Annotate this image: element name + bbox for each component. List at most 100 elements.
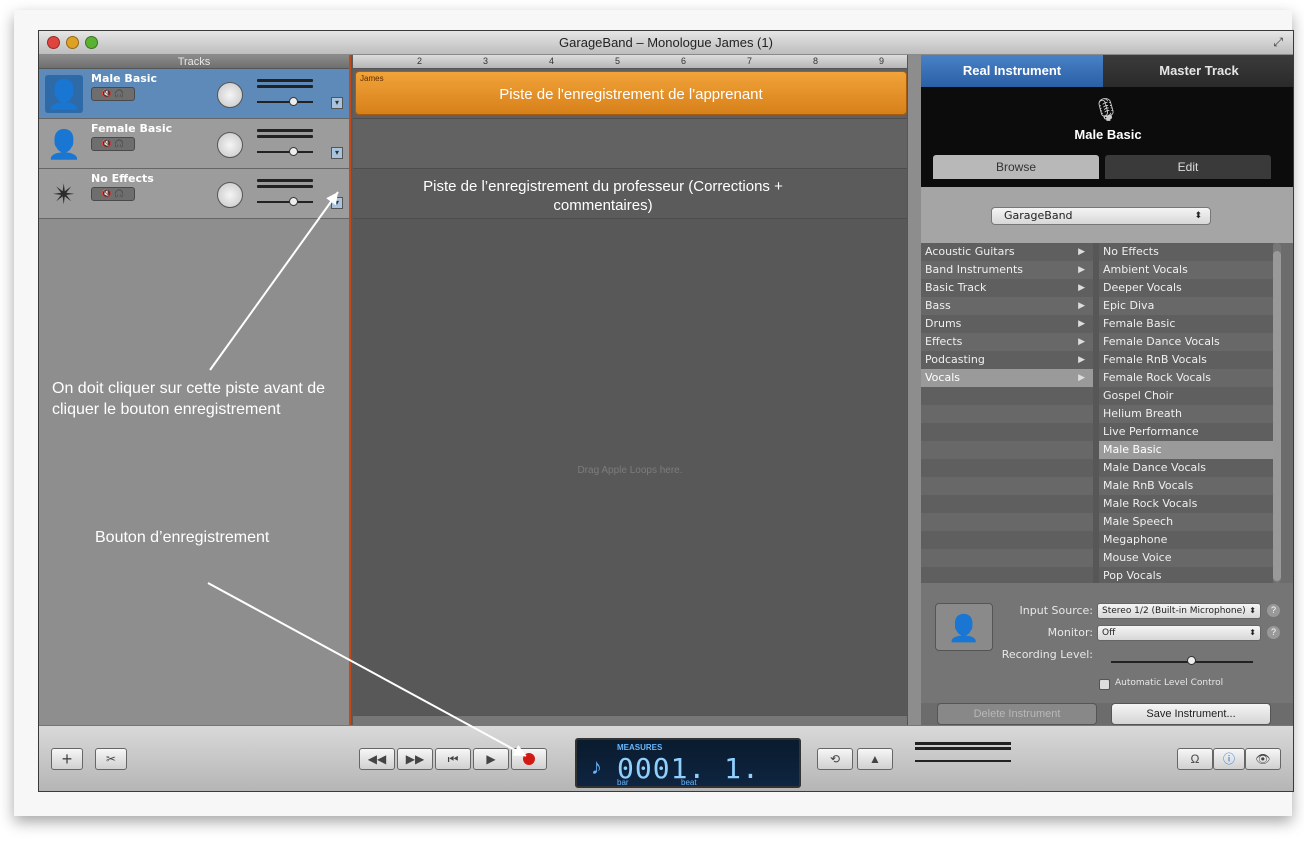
list-item[interactable]: Male RnB Vocals bbox=[1099, 477, 1273, 495]
microphone-icon: 🎙 bbox=[1092, 97, 1120, 122]
chevron-right-icon: ▶ bbox=[1078, 337, 1085, 347]
horizontal-scrollbar[interactable] bbox=[353, 715, 907, 725]
volume-slider[interactable] bbox=[915, 760, 1011, 762]
help-icon[interactable]: ? bbox=[1267, 626, 1280, 639]
chevron-right-icon: ▶ bbox=[1078, 265, 1085, 275]
track-no-effects[interactable]: ✴ No Effects 🔇 🎧 ▾ bbox=[39, 169, 349, 219]
pan-knob[interactable] bbox=[217, 182, 243, 208]
recording-level-thumb[interactable] bbox=[1187, 656, 1196, 665]
volume-slider[interactable] bbox=[257, 151, 313, 153]
list-item[interactable]: Male Dance Vocals bbox=[1099, 459, 1273, 477]
list-item[interactable]: No Effects bbox=[1099, 243, 1273, 261]
list-item[interactable]: Drums ▶ bbox=[921, 315, 1093, 333]
vertical-scrollbar[interactable] bbox=[907, 55, 921, 725]
help-icon[interactable]: ? bbox=[1267, 604, 1280, 617]
pan-knob[interactable] bbox=[217, 82, 243, 108]
fullscreen-icon[interactable]: ⤢ bbox=[1273, 35, 1283, 50]
library-select[interactable]: GarageBand ⬍ bbox=[991, 207, 1211, 225]
fast-forward-button[interactable]: ▶▶ bbox=[397, 748, 433, 770]
category-label: Bass bbox=[925, 299, 951, 312]
play-button[interactable]: ▶ bbox=[473, 748, 509, 770]
empty-row bbox=[921, 549, 1093, 567]
track-male-basic[interactable]: 👤 Male Basic 🔇 🎧 ▾ bbox=[39, 69, 349, 119]
list-item[interactable]: Female Basic bbox=[1099, 315, 1273, 333]
pan-knob[interactable] bbox=[217, 132, 243, 158]
delete-instrument-button[interactable]: Delete Instrument bbox=[937, 703, 1097, 725]
lcd-mode: MEASURES bbox=[617, 743, 663, 752]
list-item[interactable]: Mouse Voice bbox=[1099, 549, 1273, 567]
list-item[interactable]: Live Performance bbox=[1099, 423, 1273, 441]
lcd-bar-label: bar bbox=[617, 778, 629, 787]
volume-slider-thumb[interactable] bbox=[289, 97, 298, 106]
go-to-start-button[interactable]: ⏮ bbox=[435, 748, 471, 770]
track-name: Male Basic bbox=[91, 72, 158, 85]
list-item[interactable]: Female Dance Vocals bbox=[1099, 333, 1273, 351]
auto-level-checkbox[interactable] bbox=[1099, 679, 1110, 690]
list-item[interactable]: Male Speech bbox=[1099, 513, 1273, 531]
volume-slider[interactable] bbox=[257, 101, 313, 103]
list-item[interactable]: Female Rock Vocals bbox=[1099, 369, 1273, 387]
track-menu-icon[interactable]: ▾ bbox=[331, 197, 343, 209]
mute-solo-buttons[interactable]: 🔇 🎧 bbox=[91, 87, 135, 101]
lane-female-basic[interactable] bbox=[353, 119, 907, 169]
list-item-selected[interactable]: Vocals ▶ bbox=[921, 369, 1093, 387]
record-button[interactable] bbox=[511, 748, 547, 770]
list-item[interactable]: Male Rock Vocals bbox=[1099, 495, 1273, 513]
lane-no-effects[interactable]: Piste de l’enregistrement du professeur … bbox=[353, 169, 907, 219]
tab-master-track[interactable]: Master Track bbox=[1103, 55, 1293, 87]
monitor-select[interactable]: Off ⬍ bbox=[1097, 625, 1261, 641]
empty-row bbox=[921, 405, 1093, 423]
recording-level-slider[interactable] bbox=[1111, 661, 1253, 663]
editor-button[interactable]: Ω bbox=[1177, 748, 1213, 770]
volume-slider-thumb[interactable] bbox=[289, 147, 298, 156]
list-item[interactable]: Epic Diva bbox=[1099, 297, 1273, 315]
cycle-button[interactable]: ⟲ bbox=[817, 748, 853, 770]
volume-slider-thumb[interactable] bbox=[289, 197, 298, 206]
lane-male-basic[interactable]: James Piste de l'enregistrement de l'app… bbox=[353, 69, 907, 119]
list-item[interactable]: Ambient Vocals bbox=[1099, 261, 1273, 279]
ruler-mark: 8 bbox=[813, 56, 819, 66]
info-button[interactable]: ⓘ bbox=[1213, 748, 1245, 770]
timeline-ruler[interactable]: 2 3 4 5 6 7 8 9 bbox=[353, 55, 907, 69]
track-menu-icon[interactable]: ▾ bbox=[331, 97, 343, 109]
track-female-basic[interactable]: 👤 Female Basic 🔇 🎧 ▾ bbox=[39, 119, 349, 169]
list-item[interactable]: Gospel Choir bbox=[1099, 387, 1273, 405]
audio-region[interactable]: James Piste de l'enregistrement de l'app… bbox=[355, 71, 907, 115]
add-track-button[interactable]: + bbox=[51, 748, 83, 770]
mute-solo-buttons[interactable]: 🔇 🎧 bbox=[91, 137, 135, 151]
master-volume[interactable] bbox=[915, 742, 1019, 776]
list-item[interactable]: Podcasting ▶ bbox=[921, 351, 1093, 369]
tab-real-instrument[interactable]: Real Instrument bbox=[921, 55, 1103, 87]
rewind-button[interactable]: ◀◀ bbox=[359, 748, 395, 770]
input-source-select[interactable]: Stereo 1/2 (Built-in Microphone) ⬍ bbox=[1097, 603, 1261, 619]
loop-browser-button[interactable]: 👁 bbox=[1245, 748, 1281, 770]
instrument-name: Male Basic bbox=[1074, 127, 1142, 142]
tab-browse[interactable]: Browse bbox=[933, 155, 1099, 179]
scissors-button[interactable]: ✂ bbox=[95, 748, 127, 770]
list-item[interactable]: Helium Breath bbox=[1099, 405, 1273, 423]
list-item[interactable]: Band Instruments ▶ bbox=[921, 261, 1093, 279]
save-instrument-button[interactable]: Save Instrument... bbox=[1111, 703, 1271, 725]
lcd-display[interactable]: MEASURES ♪ 0001. 1. 1.001 bar beat bbox=[575, 738, 801, 791]
volume-slider[interactable] bbox=[257, 201, 313, 203]
preset-scrollbar-thumb[interactable] bbox=[1273, 251, 1281, 581]
list-item-selected[interactable]: Male Basic bbox=[1099, 441, 1273, 459]
list-item[interactable]: Effects ▶ bbox=[921, 333, 1093, 351]
list-item[interactable]: Basic Track ▶ bbox=[921, 279, 1093, 297]
select-arrows-icon: ⬍ bbox=[1249, 628, 1256, 637]
list-item[interactable]: Acoustic Guitars ▶ bbox=[921, 243, 1093, 261]
list-item[interactable]: Pop Vocals bbox=[1099, 567, 1273, 583]
mute-solo-buttons[interactable]: 🔇 🎧 bbox=[91, 187, 135, 201]
arrange-area[interactable]: 2 3 4 5 6 7 8 9 James Piste de l'enregis… bbox=[353, 55, 907, 725]
male-head-icon: 👤 bbox=[45, 75, 83, 113]
category-label: Band Instruments bbox=[925, 263, 1023, 276]
list-item[interactable]: Female RnB Vocals bbox=[1099, 351, 1273, 369]
list-item[interactable]: Megaphone bbox=[1099, 531, 1273, 549]
track-menu-icon[interactable]: ▾ bbox=[331, 147, 343, 159]
empty-row bbox=[921, 477, 1093, 495]
list-item[interactable]: Deeper Vocals bbox=[1099, 279, 1273, 297]
metronome-button[interactable]: ▲ bbox=[857, 748, 893, 770]
tab-edit[interactable]: Edit bbox=[1105, 155, 1271, 179]
chevron-right-icon: ▶ bbox=[1078, 373, 1085, 383]
list-item[interactable]: Bass ▶ bbox=[921, 297, 1093, 315]
